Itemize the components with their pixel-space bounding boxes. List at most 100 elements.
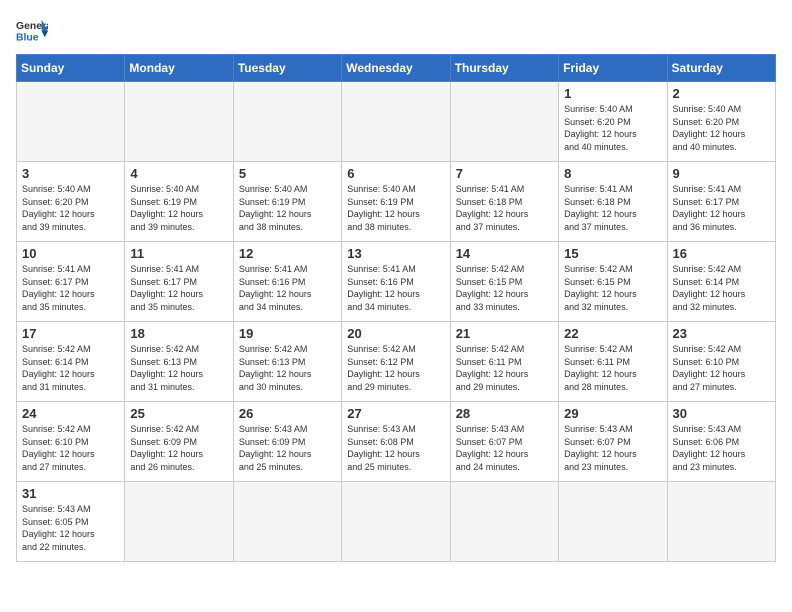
- day-number: 18: [130, 326, 227, 341]
- calendar-cell: [450, 482, 558, 562]
- weekday-header-friday: Friday: [559, 55, 667, 82]
- day-info: Sunrise: 5:42 AM Sunset: 6:14 PM Dayligh…: [673, 263, 770, 313]
- calendar-cell: 9 Sunrise: 5:41 AM Sunset: 6:17 PM Daylig…: [667, 162, 775, 242]
- calendar-cell: 24Sunrise: 5:42 AM Sunset: 6:10 PM Dayli…: [17, 402, 125, 482]
- calendar-cell: 3 Sunrise: 5:40 AM Sunset: 6:20 PM Daylig…: [17, 162, 125, 242]
- calendar-cell: [450, 82, 558, 162]
- day-info: Sunrise: 5:43 AM Sunset: 6:07 PM Dayligh…: [564, 423, 661, 473]
- calendar-week-row: 31 Sunrise: 5:43 AM Sunset: 6:05 PM Dayli…: [17, 482, 776, 562]
- day-number: 3: [22, 166, 119, 181]
- calendar-cell: [667, 482, 775, 562]
- day-number: 15: [564, 246, 661, 261]
- day-number: 16: [673, 246, 770, 261]
- calendar-week-row: 17 Sunrise: 5:42 AM Sunset: 6:14 PM Dayli…: [17, 322, 776, 402]
- day-number: 7: [456, 166, 553, 181]
- day-number: 21: [456, 326, 553, 341]
- day-number: 22: [564, 326, 661, 341]
- day-info: Sunrise: 5:42 AM Sunset: 6:11 PM Dayligh…: [456, 343, 553, 393]
- logo: General Blue: [16, 16, 48, 44]
- weekday-header-row: SundayMondayTuesdayWednesdayThursdayFrid…: [17, 55, 776, 82]
- calendar-cell: 29 Sunrise: 5:43 AM Sunset: 6:07 PM Dayli…: [559, 402, 667, 482]
- day-number: 29: [564, 406, 661, 421]
- calendar-header: SundayMondayTuesdayWednesdayThursdayFrid…: [17, 55, 776, 82]
- day-info: Sunrise: 5:41 AM Sunset: 6:17 PM Dayligh…: [673, 183, 770, 233]
- calendar-cell: [342, 482, 450, 562]
- generalblue-logo-icon: General Blue: [16, 16, 48, 44]
- day-info: Sunrise: 5:42 AM Sunset: 6:13 PM Dayligh…: [239, 343, 336, 393]
- day-number: 9: [673, 166, 770, 181]
- calendar-cell: [559, 482, 667, 562]
- calendar-cell: 2 Sunrise: 5:40 AM Sunset: 6:20 PM Daylig…: [667, 82, 775, 162]
- calendar-cell: 22 Sunrise: 5:42 AM Sunset: 6:11 PM Dayli…: [559, 322, 667, 402]
- day-info: Sunrise: 5:40 AM Sunset: 6:19 PM Dayligh…: [239, 183, 336, 233]
- calendar-cell: 27Sunrise: 5:43 AM Sunset: 6:08 PM Dayli…: [342, 402, 450, 482]
- day-number: 1: [564, 86, 661, 101]
- day-info: Sunrise: 5:43 AM Sunset: 6:06 PM Dayligh…: [673, 423, 770, 473]
- calendar-cell: 23 Sunrise: 5:42 AM Sunset: 6:10 PM Dayli…: [667, 322, 775, 402]
- day-info: Sunrise: 5:43 AM Sunset: 6:07 PM Dayligh…: [456, 423, 553, 473]
- day-number: 12: [239, 246, 336, 261]
- calendar-cell: 25Sunrise: 5:42 AM Sunset: 6:09 PM Dayli…: [125, 402, 233, 482]
- day-number: 28: [456, 406, 553, 421]
- calendar-week-row: 10 Sunrise: 5:41 AM Sunset: 6:17 PM Dayli…: [17, 242, 776, 322]
- day-number: 5: [239, 166, 336, 181]
- day-info: Sunrise: 5:41 AM Sunset: 6:16 PM Dayligh…: [347, 263, 444, 313]
- day-info: Sunrise: 5:41 AM Sunset: 6:17 PM Dayligh…: [130, 263, 227, 313]
- calendar-cell: 1Sunrise: 5:40 AM Sunset: 6:20 PM Daylig…: [559, 82, 667, 162]
- calendar-cell: 26 Sunrise: 5:43 AM Sunset: 6:09 PM Dayli…: [233, 402, 341, 482]
- calendar-cell: 14Sunrise: 5:42 AM Sunset: 6:15 PM Dayli…: [450, 242, 558, 322]
- calendar-week-row: 1 Sunrise: 5:40 AM Sunset: 6:20 PM Daylig…: [17, 82, 776, 162]
- calendar-cell: 31 Sunrise: 5:43 AM Sunset: 6:05 PM Dayli…: [17, 482, 125, 562]
- day-info: Sunrise: 5:42 AM Sunset: 6:12 PM Dayligh…: [347, 343, 444, 393]
- day-number: 4: [130, 166, 227, 181]
- weekday-header-monday: Monday: [125, 55, 233, 82]
- day-info: Sunrise: 5:42 AM Sunset: 6:11 PM Dayligh…: [564, 343, 661, 393]
- day-info: Sunrise: 5:40 AM Sunset: 6:19 PM Dayligh…: [347, 183, 444, 233]
- day-info: Sunrise: 5:42 AM Sunset: 6:14 PM Dayligh…: [22, 343, 119, 393]
- day-info: Sunrise: 5:41 AM Sunset: 6:17 PM Dayligh…: [22, 263, 119, 313]
- day-info: Sunrise: 5:41 AM Sunset: 6:18 PM Dayligh…: [564, 183, 661, 233]
- day-info: Sunrise: 5:42 AM Sunset: 6:15 PM Dayligh…: [564, 263, 661, 313]
- calendar-cell: [342, 82, 450, 162]
- weekday-header-wednesday: Wednesday: [342, 55, 450, 82]
- day-number: 20: [347, 326, 444, 341]
- day-info: Sunrise: 5:43 AM Sunset: 6:09 PM Dayligh…: [239, 423, 336, 473]
- calendar-cell: [233, 82, 341, 162]
- calendar-cell: 11 Sunrise: 5:41 AM Sunset: 6:17 PM Dayli…: [125, 242, 233, 322]
- calendar-cell: 20 Sunrise: 5:42 AM Sunset: 6:12 PM Dayli…: [342, 322, 450, 402]
- calendar-cell: 7Sunrise: 5:41 AM Sunset: 6:18 PM Daylig…: [450, 162, 558, 242]
- calendar-week-row: 3 Sunrise: 5:40 AM Sunset: 6:20 PM Daylig…: [17, 162, 776, 242]
- day-info: Sunrise: 5:40 AM Sunset: 6:20 PM Dayligh…: [673, 103, 770, 153]
- calendar-cell: 30 Sunrise: 5:43 AM Sunset: 6:06 PM Dayli…: [667, 402, 775, 482]
- calendar-cell: 18 Sunrise: 5:42 AM Sunset: 6:13 PM Dayli…: [125, 322, 233, 402]
- calendar-cell: 4Sunrise: 5:40 AM Sunset: 6:19 PM Daylig…: [125, 162, 233, 242]
- day-number: 17: [22, 326, 119, 341]
- day-number: 26: [239, 406, 336, 421]
- calendar-cell: [125, 482, 233, 562]
- calendar-body: 1 Sunrise: 5:40 AM Sunset: 6:20 PM Daylig…: [17, 82, 776, 562]
- day-number: 30: [673, 406, 770, 421]
- calendar-cell: 21 Sunrise: 5:42 AM Sunset: 6:11 PM Dayli…: [450, 322, 558, 402]
- day-number: 19: [239, 326, 336, 341]
- day-info: Sunrise: 5:42 AM Sunset: 6:13 PM Dayligh…: [130, 343, 227, 393]
- day-number: 10: [22, 246, 119, 261]
- day-info: Sunrise: 5:42 AM Sunset: 6:10 PM Dayligh…: [673, 343, 770, 393]
- weekday-header-tuesday: Tuesday: [233, 55, 341, 82]
- day-info: Sunrise: 5:40 AM Sunset: 6:20 PM Dayligh…: [22, 183, 119, 233]
- day-number: 31: [22, 486, 119, 501]
- day-number: 14: [456, 246, 553, 261]
- day-number: 27: [347, 406, 444, 421]
- calendar-cell: [233, 482, 341, 562]
- calendar-cell: 5 Sunrise: 5:40 AM Sunset: 6:19 PM Daylig…: [233, 162, 341, 242]
- calendar-cell: 17 Sunrise: 5:42 AM Sunset: 6:14 PM Dayli…: [17, 322, 125, 402]
- calendar-cell: 15 Sunrise: 5:42 AM Sunset: 6:15 PM Dayli…: [559, 242, 667, 322]
- weekday-header-saturday: Saturday: [667, 55, 775, 82]
- calendar-week-row: 24Sunrise: 5:42 AM Sunset: 6:10 PM Dayli…: [17, 402, 776, 482]
- weekday-header-sunday: Sunday: [17, 55, 125, 82]
- day-number: 2: [673, 86, 770, 101]
- day-number: 23: [673, 326, 770, 341]
- day-number: 11: [130, 246, 227, 261]
- day-info: Sunrise: 5:43 AM Sunset: 6:05 PM Dayligh…: [22, 503, 119, 553]
- calendar-cell: 28 Sunrise: 5:43 AM Sunset: 6:07 PM Dayli…: [450, 402, 558, 482]
- day-number: 25: [130, 406, 227, 421]
